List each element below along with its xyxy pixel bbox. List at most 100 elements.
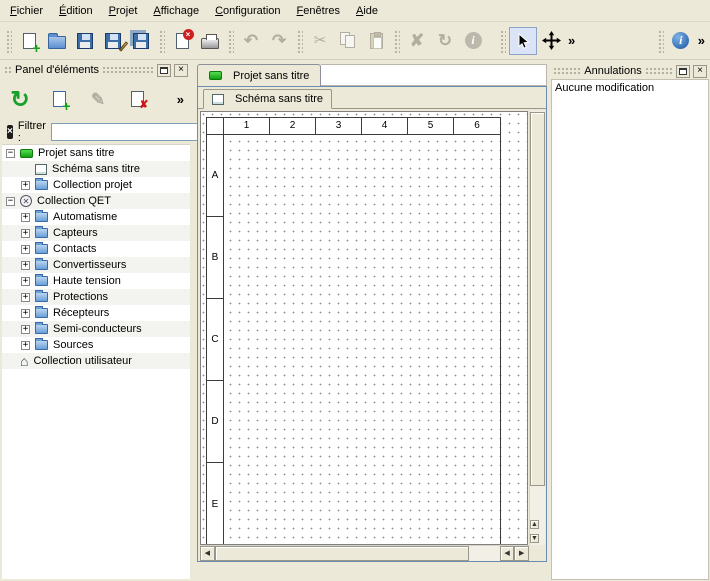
copy-icon	[340, 32, 356, 49]
close-panel-button[interactable]: ×	[693, 65, 707, 78]
elements-panel-titlebar[interactable]: Panel d'éléments ×	[2, 62, 190, 78]
scroll-left-button-2[interactable]: ◀	[500, 546, 515, 561]
undo-empty-text: Aucune modification	[555, 82, 654, 94]
expand-expander-icon[interactable]: +	[21, 213, 30, 222]
forbidden-badge-icon: ×	[183, 29, 194, 40]
toolbar-grip[interactable]	[657, 29, 664, 53]
project-window: Schéma sans titre 1 2 3 4 5 6	[197, 86, 547, 562]
select-tool-button[interactable]	[509, 27, 537, 55]
scroll-up-icon: ▲	[531, 521, 538, 528]
undo-history-list[interactable]: Aucune modification	[551, 79, 709, 580]
expand-expander-icon[interactable]: +	[21, 341, 30, 350]
copy-button[interactable]	[334, 27, 362, 55]
tree-item-haute-tension[interactable]: + Haute tension	[2, 273, 190, 289]
save-icon	[77, 33, 93, 49]
float-panel-button[interactable]	[157, 64, 171, 77]
menu-affichage[interactable]: Affichage	[145, 2, 207, 20]
toolbar-grip[interactable]	[227, 29, 234, 53]
scroll-left-button[interactable]: ◀	[200, 546, 215, 561]
expand-expander-icon[interactable]: +	[21, 245, 30, 254]
expand-expander-icon[interactable]: +	[21, 277, 30, 286]
close-file-button[interactable]: ×	[168, 27, 196, 55]
vertical-scrollbar-thumb[interactable]	[530, 112, 545, 486]
menu-projet[interactable]: Projet	[101, 2, 146, 20]
diagram-view[interactable]: 1 2 3 4 5 6 A B C D E	[200, 111, 528, 545]
tree-item-projet-sans-titre[interactable]: − Projet sans titre	[2, 145, 190, 161]
delete-element-button[interactable]: ✘	[123, 85, 151, 113]
paste-button[interactable]	[362, 27, 390, 55]
tree-item-semi-conducteurs[interactable]: + Semi-conducteurs	[2, 321, 190, 337]
tree-item-schema-sans-titre[interactable]: Schéma sans titre	[2, 161, 190, 177]
print-button[interactable]	[196, 27, 224, 55]
filter-input[interactable]	[51, 123, 201, 141]
tree-item-collection-utilisateur[interactable]: ⌂ Collection utilisateur	[2, 353, 190, 369]
float-panel-button[interactable]	[676, 65, 690, 78]
menu-fenetres[interactable]: Fenêtres	[289, 2, 348, 20]
vertical-scrollbar[interactable]: ▲ ▼	[529, 111, 545, 545]
collapse-expander-icon[interactable]: −	[6, 149, 15, 158]
toolbar-grip[interactable]	[393, 29, 400, 53]
toolbar-grip[interactable]	[499, 29, 506, 53]
qet-collection-icon	[20, 195, 32, 207]
undo-panel: Annulations × Aucune modification	[550, 62, 710, 581]
new-project-button[interactable]: +	[15, 27, 43, 55]
main-toolbar: + × ↶ ↷ ✂ ✘ ↻ i	[0, 22, 710, 60]
pan-tool-button[interactable]	[537, 27, 565, 55]
new-element-button[interactable]: +	[45, 85, 73, 113]
save-as-button[interactable]	[99, 27, 127, 55]
expand-expander-icon[interactable]: +	[21, 293, 30, 302]
cut-button[interactable]: ✂	[306, 27, 334, 55]
horizontal-scrollbar-thumb[interactable]	[215, 546, 469, 561]
toolbar-grip[interactable]	[5, 29, 12, 53]
edit-element-button[interactable]: ✎	[84, 85, 112, 113]
save-button[interactable]	[71, 27, 99, 55]
row-label: C	[207, 299, 223, 381]
save-all-button[interactable]	[127, 27, 155, 55]
redo-button[interactable]: ↷	[265, 27, 293, 55]
tree-item-convertisseurs[interactable]: + Convertisseurs	[2, 257, 190, 273]
delete-button[interactable]: ✘	[403, 27, 431, 55]
toolbar-overflow-button[interactable]: »	[565, 33, 578, 48]
scroll-up-button[interactable]: ▲	[530, 520, 539, 529]
rotate-button[interactable]: ↻	[431, 27, 459, 55]
tree-item-contacts[interactable]: + Contacts	[2, 241, 190, 257]
tree-item-collection-projet[interactable]: + Collection projet	[2, 177, 190, 193]
undo-button[interactable]: ↶	[237, 27, 265, 55]
expand-expander-icon[interactable]: +	[21, 325, 30, 334]
horizontal-scrollbar[interactable]: ◀ ◀ ▶	[200, 545, 529, 561]
element-info-button[interactable]: i	[459, 27, 487, 55]
toolbar-overflow-button-2[interactable]: »	[695, 33, 708, 48]
toolbar-grip[interactable]	[158, 29, 165, 53]
scrollbar-corner	[529, 545, 545, 561]
toolbar-grip[interactable]	[296, 29, 303, 53]
expand-expander-icon[interactable]: +	[21, 309, 30, 318]
tree-item-automatisme[interactable]: + Automatisme	[2, 209, 190, 225]
drawing-canvas[interactable]	[224, 135, 500, 545]
open-project-button[interactable]	[43, 27, 71, 55]
undo-panel-titlebar[interactable]: Annulations ×	[551, 63, 709, 79]
tree-item-protections[interactable]: + Protections	[2, 289, 190, 305]
panel-overflow-button[interactable]: »	[177, 92, 184, 107]
collapse-expander-icon[interactable]: −	[6, 197, 15, 206]
scrollbar-track[interactable]	[469, 546, 500, 561]
expand-expander-icon[interactable]: +	[21, 261, 30, 270]
tree-item-collection-qet[interactable]: − Collection QET	[2, 193, 190, 209]
tab-schema-sans-titre[interactable]: Schéma sans titre	[203, 89, 332, 109]
tree-item-label: Sources	[53, 339, 93, 351]
scroll-right-button[interactable]: ▶	[514, 546, 529, 561]
about-button[interactable]: i	[667, 27, 695, 55]
menu-fichier[interactable]: Fichier	[2, 2, 51, 20]
clear-filter-icon[interactable]: ×	[7, 125, 13, 139]
tree-item-recepteurs[interactable]: + Récepteurs	[2, 305, 190, 321]
expand-expander-icon[interactable]: +	[21, 229, 30, 238]
close-panel-button[interactable]: ×	[174, 64, 188, 77]
menu-configuration[interactable]: Configuration	[207, 2, 288, 20]
menu-aide[interactable]: Aide	[348, 2, 386, 20]
scroll-down-button[interactable]: ▼	[530, 534, 539, 543]
tree-item-capteurs[interactable]: + Capteurs	[2, 225, 190, 241]
expand-expander-icon[interactable]: +	[21, 181, 30, 190]
tree-item-sources[interactable]: + Sources	[2, 337, 190, 353]
reload-collections-button[interactable]: ↻	[6, 85, 34, 113]
menu-edition[interactable]: Édition	[51, 2, 101, 20]
tab-projet-sans-titre[interactable]: Projet sans titre	[197, 64, 321, 86]
